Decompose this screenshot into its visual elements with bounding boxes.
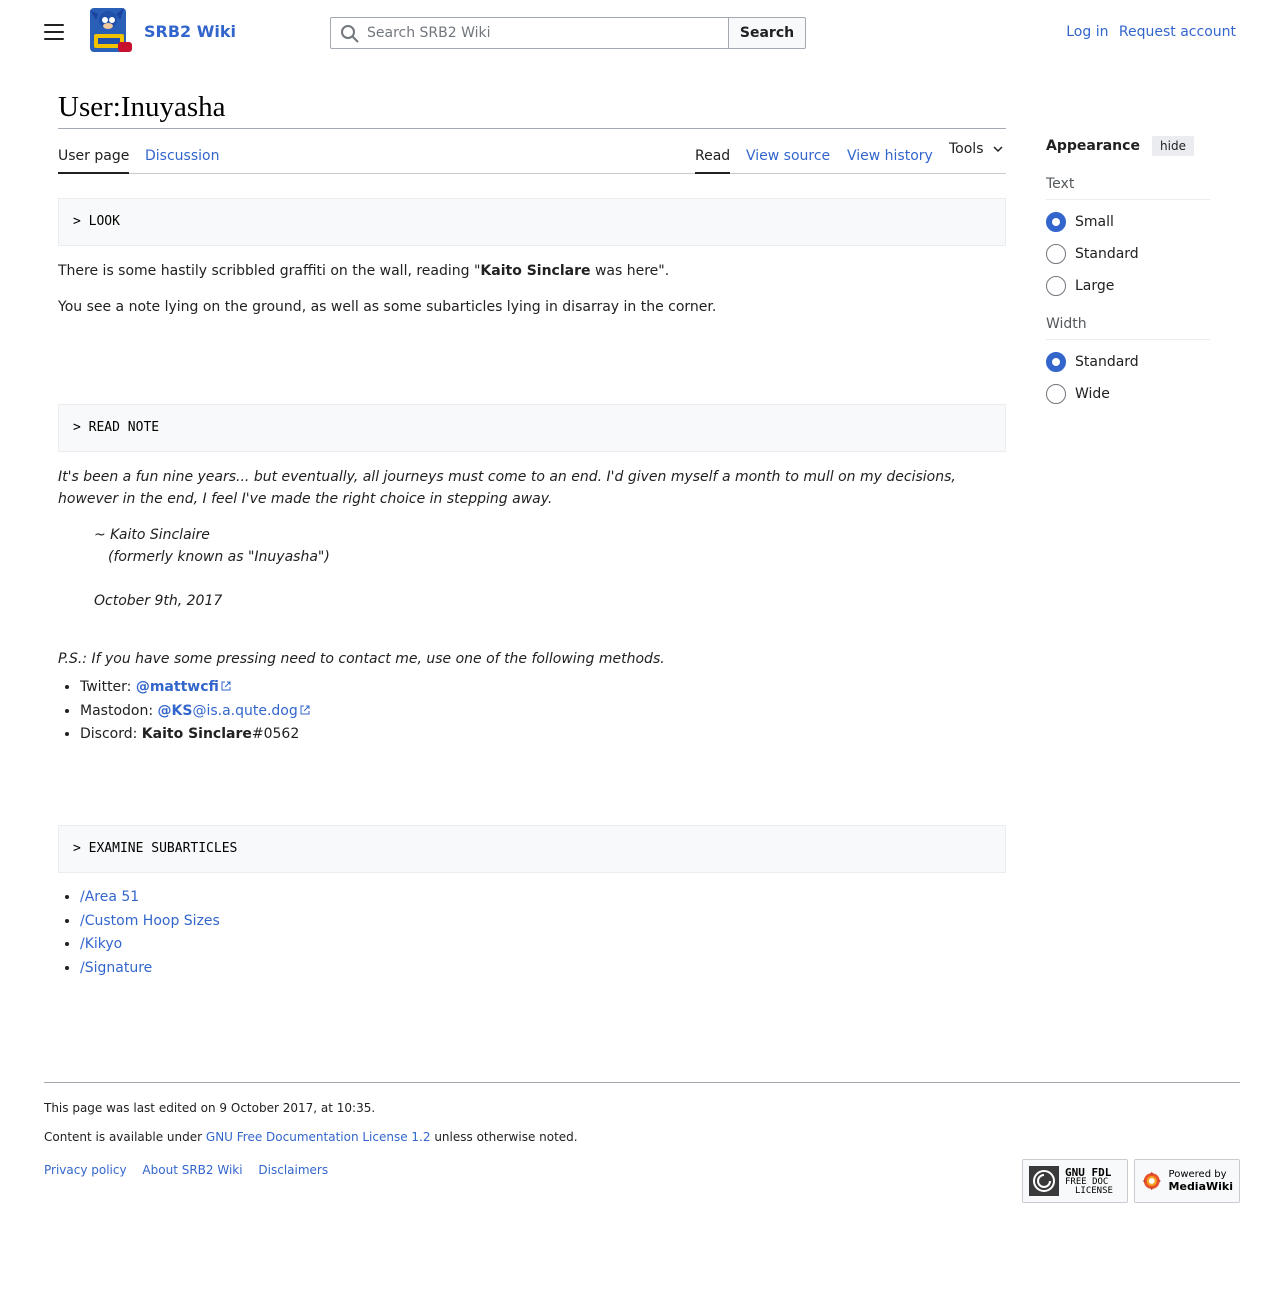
radio-label: Standard: [1075, 354, 1139, 370]
ps-paragraph: P.S.: If you have some pressing need to …: [58, 651, 665, 667]
radio-label: Standard: [1075, 246, 1139, 262]
radio-label: Small: [1075, 214, 1114, 230]
search-icon: [341, 25, 359, 43]
tab-view-history[interactable]: View history: [847, 148, 933, 172]
license-link[interactable]: GNU Free Documentation License 1.2: [206, 1130, 431, 1144]
privacy-policy-link[interactable]: Privacy policy: [44, 1163, 127, 1177]
list-item: /Signature: [80, 957, 220, 981]
subarticle-link[interactable]: /Custom Hoop Sizes: [80, 913, 220, 929]
mastodon-label: Mastodon:: [80, 702, 158, 719]
license-notice: Content is available under GNU Free Docu…: [44, 1130, 578, 1144]
radio-icon: [1046, 384, 1066, 404]
twitter-link[interactable]: @mattwcfi: [136, 679, 219, 695]
tab-discussion[interactable]: Discussion: [145, 148, 219, 172]
search-placeholder: Search SRB2 Wiki: [367, 25, 491, 41]
footer-links: Privacy policy About SRB2 Wiki Disclaime…: [44, 1163, 340, 1177]
external-link-icon: [221, 681, 231, 691]
license-pre: Content is available under: [44, 1130, 206, 1144]
radio-icon: [1046, 276, 1066, 296]
gnu-logo-icon: [1029, 1166, 1059, 1196]
width-label: Width: [1046, 316, 1210, 340]
radio-label: Wide: [1075, 386, 1110, 402]
note-paragraph: You see a note lying on the ground, as w…: [58, 299, 717, 315]
examine-command-box: > EXAMINE SUBARTICLES: [58, 825, 1006, 873]
radio-icon: [1046, 244, 1066, 264]
list-item: /Kikyo: [80, 933, 220, 957]
text-size-label: Text: [1046, 176, 1210, 200]
tab-read[interactable]: Read: [695, 148, 731, 174]
main-menu-button[interactable]: [44, 24, 64, 42]
subarticle-link[interactable]: /Area 51: [80, 889, 139, 905]
graffiti-paragraph: There is some hastily scribbled graffiti…: [58, 260, 669, 282]
tab-view-source[interactable]: View source: [746, 148, 830, 172]
search-form: Search SRB2 Wiki Search: [330, 17, 806, 49]
radio-selected-icon: [1046, 352, 1066, 372]
graffiti-text-post: was here".: [590, 263, 670, 279]
note-text-line-2: however in the end, I feel I've made the…: [58, 491, 553, 507]
read-note-command-box: > READ NOTE: [58, 404, 1006, 452]
search-button[interactable]: Search: [728, 17, 806, 49]
list-item: /Custom Hoop Sizes: [80, 910, 220, 934]
badge-gnu-line-1: GNU FDL: [1065, 1165, 1112, 1179]
discord-label: Discord:: [80, 726, 142, 742]
last-edited: This page was last edited on 9 October 2…: [44, 1101, 376, 1115]
tools-menu[interactable]: Tools: [949, 141, 1004, 157]
note-date: October 9th, 2017: [94, 593, 223, 609]
discord-name: Kaito Sinclare: [141, 726, 252, 742]
page-title: User:Inuyasha: [58, 90, 1006, 129]
text-size-standard-option[interactable]: Standard: [1046, 244, 1210, 264]
gnu-fdl-badge[interactable]: GNU FDL FREE DOC LICENSE: [1022, 1159, 1128, 1203]
mastodon-link[interactable]: @KS@is.a.qute.dog: [158, 703, 298, 719]
note-text-line-1: It's been a fun nine years... but eventu…: [58, 469, 956, 485]
badge-gnu-line-3: LICENSE: [1075, 1185, 1113, 1196]
license-post: unless otherwise noted.: [430, 1130, 578, 1144]
subarticle-link[interactable]: /Kikyo: [80, 936, 122, 952]
signature-line-2: (formerly known as "Inuyasha"): [108, 549, 330, 565]
discord-tag: #0562: [251, 726, 300, 742]
search-input[interactable]: Search SRB2 Wiki: [330, 17, 728, 49]
disclaimers-link[interactable]: Disclaimers: [258, 1163, 328, 1177]
mastodon-handle: @KS: [157, 702, 193, 719]
powered-by-mediawiki-badge[interactable]: Powered by MediaWiki: [1134, 1159, 1240, 1203]
contact-list: Twitter: @mattwcfi Mastodon: @KS@is.a.qu…: [58, 676, 310, 747]
mediawiki-logo-icon: [1142, 1171, 1162, 1191]
site-logo[interactable]: [84, 6, 136, 58]
footer-divider: [44, 1082, 1240, 1083]
site-name-link[interactable]: SRB2 Wiki: [144, 22, 236, 41]
appearance-panel: Appearance hide Text Small Standard Larg…: [1046, 136, 1210, 404]
radio-selected-icon: [1046, 212, 1066, 232]
appearance-title: Appearance: [1046, 138, 1140, 154]
signature-line-1: ~ Kaito Sinclaire: [94, 527, 210, 543]
text-size-small-option[interactable]: Small: [1046, 212, 1210, 232]
mastodon-domain: @is.a.qute.dog: [192, 702, 298, 719]
chevron-down-icon: [992, 146, 1003, 153]
list-item: Twitter: @mattwcfi: [80, 676, 310, 700]
twitter-label: Twitter:: [80, 679, 136, 695]
page-tabs: User page Discussion Read View source Vi…: [58, 138, 1006, 174]
radio-label: Large: [1075, 278, 1115, 294]
tab-user-page[interactable]: User page: [58, 148, 130, 174]
graffiti-name: Kaito Sinclare: [480, 263, 591, 279]
external-link-icon: [300, 705, 310, 714]
request-account-link[interactable]: Request account: [1119, 24, 1236, 40]
graffiti-text-pre: There is some hastily scribbled graffiti…: [58, 263, 481, 279]
text-size-large-option[interactable]: Large: [1046, 276, 1210, 296]
hide-appearance-button[interactable]: hide: [1152, 136, 1194, 156]
list-item: Discord: Kaito Sinclare#0562: [80, 723, 310, 747]
subarticle-link[interactable]: /Signature: [80, 960, 152, 976]
list-item: Mastodon: @KS@is.a.qute.dog: [80, 700, 310, 724]
badge-mw-line-2: MediaWiki: [1168, 1179, 1233, 1193]
subarticle-list: /Area 51 /Custom Hoop Sizes /Kikyo /Sign…: [58, 886, 220, 980]
about-link[interactable]: About SRB2 Wiki: [142, 1163, 242, 1177]
user-links: Log in Request account: [1060, 24, 1236, 40]
tools-label: Tools: [949, 141, 984, 157]
badge-mw-line-1: Powered by: [1168, 1168, 1227, 1180]
width-wide-option[interactable]: Wide: [1046, 384, 1210, 404]
look-command-box: > LOOK: [58, 198, 1006, 246]
login-link[interactable]: Log in: [1066, 24, 1108, 40]
list-item: /Area 51: [80, 886, 220, 910]
width-standard-option[interactable]: Standard: [1046, 352, 1210, 372]
